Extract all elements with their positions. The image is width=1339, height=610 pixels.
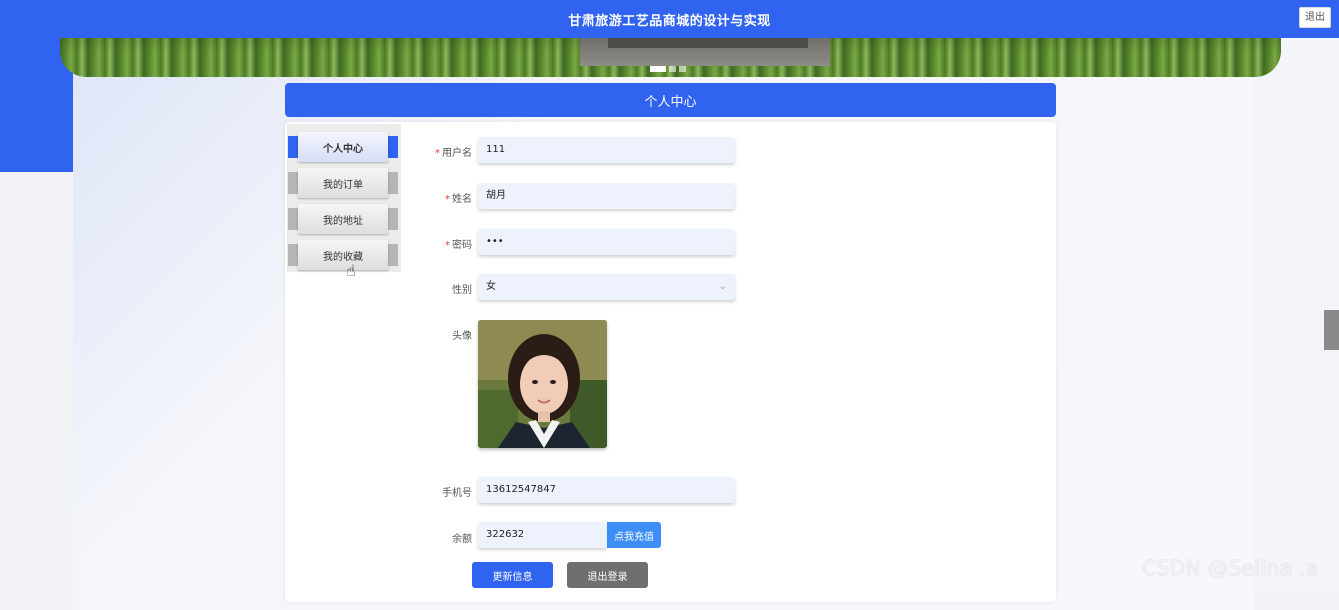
phone-label: 手机号 <box>442 488 472 499</box>
logout-button[interactable]: 退出登录 <box>567 562 648 588</box>
name-label: * 姓名 <box>445 194 472 205</box>
site-title: 甘肃旅游工艺品商城的设计与实现 <box>568 13 771 29</box>
balance-label: 余额 <box>452 534 472 545</box>
carousel-dot[interactable] <box>650 66 666 72</box>
carousel-dot[interactable] <box>669 66 676 72</box>
top-logout-button[interactable]: 退出 <box>1299 7 1331 28</box>
gender-selected-value: 女 <box>486 281 496 292</box>
name-input[interactable]: 胡月 <box>478 183 735 209</box>
sidebar-item-label: 我的订单 <box>298 168 388 198</box>
gender-select[interactable]: 女 ⌄ <box>478 274 735 300</box>
scrollbar-thumb[interactable] <box>1324 310 1339 350</box>
avatar-label: 头像 <box>452 331 472 342</box>
update-info-button[interactable]: 更新信息 <box>472 562 553 588</box>
password-input[interactable]: ••• <box>478 229 735 255</box>
hand-pointer-icon: ☝ <box>346 261 356 280</box>
sidebar-item-profile[interactable]: 个人中心 <box>288 132 398 162</box>
sidebar-menu: 个人中心 我的订单 我的地址 我的收藏 <box>287 124 401 272</box>
sidebar-item-addresses[interactable]: 我的地址 <box>288 204 398 234</box>
balance-input[interactable]: 322632 <box>478 522 607 548</box>
recharge-button[interactable]: 点我充值 <box>607 522 661 548</box>
sidebar-item-label: 我的收藏 <box>298 240 388 270</box>
password-label: * 密码 <box>445 240 472 251</box>
avatar-upload[interactable] <box>478 320 607 448</box>
username-input[interactable]: 111 <box>478 137 735 163</box>
watermark: CSDN @Selina .a <box>1142 556 1319 580</box>
top-bar: 甘肃旅游工艺品商城的设计与实现 退出 <box>0 0 1339 38</box>
carousel-indicators <box>650 66 686 72</box>
sidebar-item-orders[interactable]: 我的订单 <box>288 168 398 198</box>
page-title: 个人中心 <box>285 83 1056 117</box>
username-label: * 用户名 <box>435 148 472 159</box>
gender-label: 性别 <box>452 285 472 296</box>
sidebar-item-label: 个人中心 <box>298 132 388 162</box>
avatar-image <box>478 320 607 448</box>
sidebar-item-favorites[interactable]: 我的收藏 <box>288 240 398 270</box>
sidebar-item-label: 我的地址 <box>298 204 388 234</box>
banner-carousel[interactable] <box>60 34 1281 77</box>
chevron-down-icon: ⌄ <box>718 281 727 292</box>
phone-input[interactable]: 13612547847 <box>478 477 735 503</box>
carousel-dot[interactable] <box>679 66 686 72</box>
